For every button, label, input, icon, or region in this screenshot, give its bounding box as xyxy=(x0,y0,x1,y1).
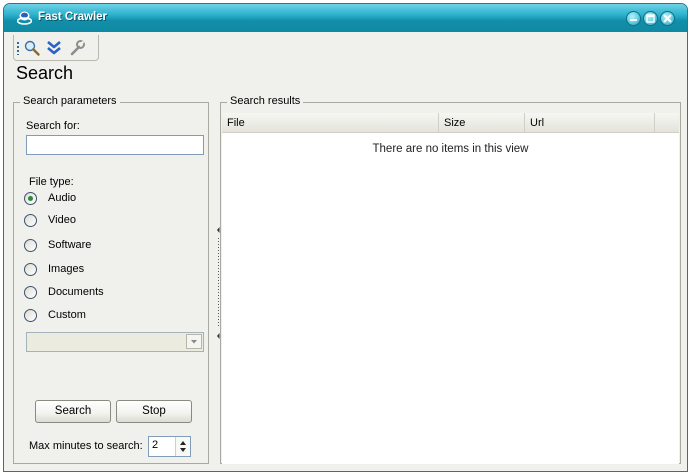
search-icon[interactable] xyxy=(23,39,41,57)
double-chevron-down-icon[interactable] xyxy=(45,39,63,57)
maximize-icon xyxy=(646,14,655,23)
radio-circle xyxy=(24,214,37,227)
combo-dropdown-button[interactable] xyxy=(186,334,202,349)
radio-selected-dot xyxy=(28,196,33,201)
custom-type-combo[interactable] xyxy=(26,332,204,352)
search-for-input[interactable] xyxy=(26,135,204,155)
search-results-legend: Search results xyxy=(227,95,304,107)
column-header-url[interactable]: Url xyxy=(525,113,655,133)
results-header: File Size Url xyxy=(222,113,679,133)
radio-audio[interactable]: Audio xyxy=(24,192,114,208)
radio-documents[interactable]: Documents xyxy=(24,286,114,302)
page-title: Search xyxy=(16,63,74,83)
file-type-label: File type: xyxy=(29,176,74,188)
empty-results-message: There are no items in this view xyxy=(372,143,529,155)
radio-label: Images xyxy=(48,263,85,275)
close-icon xyxy=(663,14,672,23)
search-button[interactable]: Search xyxy=(35,400,111,423)
max-minutes-value: 2 xyxy=(152,439,159,451)
app-logo-icon xyxy=(17,11,32,25)
radio-circle xyxy=(24,239,37,252)
search-parameters-group: Search parameters Search for: File type:… xyxy=(13,95,209,464)
radio-label: Audio xyxy=(48,192,77,204)
search-parameters-legend: Search parameters xyxy=(20,95,120,107)
radio-images[interactable]: Images xyxy=(24,263,114,279)
close-button[interactable] xyxy=(660,11,675,26)
app-window: Fast Crawler Search Search parameters Se… xyxy=(3,3,688,472)
radio-label: Documents xyxy=(48,286,104,298)
max-minutes-label: Max minutes to search: xyxy=(29,440,143,452)
column-header-size[interactable]: Size xyxy=(439,113,525,133)
radio-software[interactable]: Software xyxy=(24,239,114,255)
stepper-up-down-icon xyxy=(180,441,186,452)
toolbar xyxy=(13,35,99,61)
stop-button[interactable]: Stop xyxy=(116,400,192,423)
toolbar-grip[interactable] xyxy=(17,42,19,55)
chevron-down-icon xyxy=(191,340,197,344)
radio-circle xyxy=(24,263,37,276)
max-minutes-stepper[interactable]: 2 xyxy=(148,436,191,457)
radio-circle xyxy=(24,286,37,299)
stepper-arrows[interactable] xyxy=(175,437,190,456)
window-title: Fast Crawler xyxy=(38,11,108,23)
title-bar[interactable]: Fast Crawler xyxy=(4,4,687,32)
minimize-button[interactable] xyxy=(626,11,641,26)
radio-custom[interactable]: Custom xyxy=(24,309,114,325)
wrench-icon[interactable] xyxy=(68,39,86,57)
results-list[interactable]: File Size Url There are no items in this… xyxy=(222,113,679,464)
radio-label: Software xyxy=(48,239,92,251)
radio-video[interactable]: Video xyxy=(24,214,114,230)
minimize-icon xyxy=(630,19,637,21)
radio-circle xyxy=(24,309,37,322)
radio-label: Custom xyxy=(48,309,86,321)
radio-label: Video xyxy=(48,214,76,226)
radio-circle xyxy=(24,192,37,205)
search-for-label: Search for: xyxy=(26,120,80,132)
column-header-file[interactable]: File xyxy=(222,113,439,133)
maximize-button[interactable] xyxy=(643,11,658,26)
